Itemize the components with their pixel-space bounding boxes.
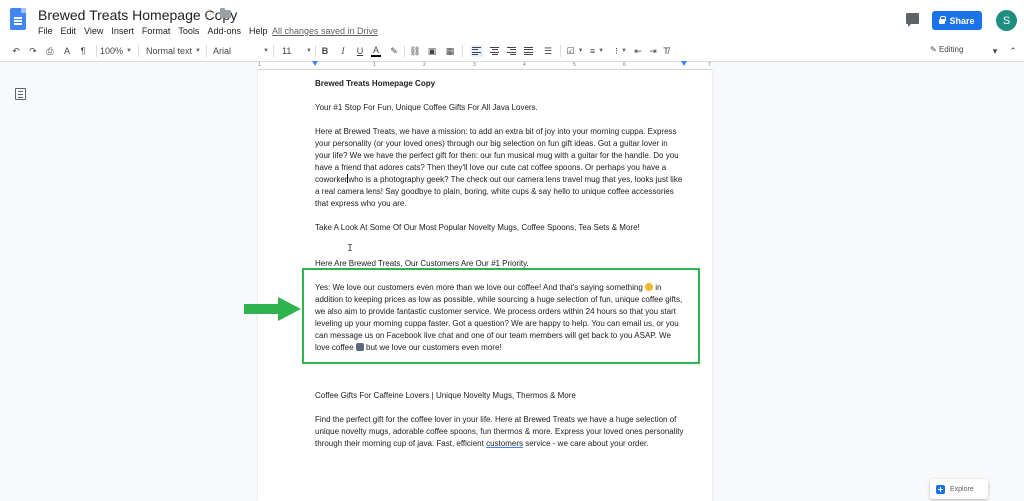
ibeam-cursor-icon: I bbox=[347, 243, 354, 254]
font-size-select[interactable]: 11 ▼ bbox=[282, 45, 312, 57]
find-part-2: service - we care about your order. bbox=[525, 439, 649, 448]
line-spacing-icon[interactable]: ☰ bbox=[542, 45, 554, 57]
doc-find-paragraph: Find the perfect gift for the coffee lov… bbox=[315, 414, 685, 450]
zoom-value: 100% bbox=[100, 46, 124, 56]
align-left-icon[interactable] bbox=[470, 45, 483, 57]
ruler-tick: 4 bbox=[523, 62, 526, 68]
doc-heading: Brewed Treats Homepage Copy bbox=[315, 79, 436, 88]
document-outline-icon[interactable] bbox=[15, 88, 26, 100]
align-right-icon[interactable] bbox=[505, 45, 518, 57]
share-button[interactable]: Share bbox=[932, 11, 982, 30]
checklist-icon[interactable]: ☑ ▼ bbox=[566, 45, 584, 57]
link-icon[interactable]: ⛓ bbox=[409, 45, 420, 57]
highlight-color-icon[interactable]: ✎ bbox=[389, 45, 399, 57]
chevron-down-icon[interactable]: ▾ bbox=[990, 45, 1000, 57]
font-value: Arial bbox=[213, 46, 232, 56]
ruler-tick: 1 bbox=[373, 62, 376, 68]
justify-icon[interactable] bbox=[522, 45, 535, 57]
arrow-right-icon bbox=[244, 297, 301, 321]
star-icon[interactable]: ☆ bbox=[203, 6, 215, 22]
add-comment-icon[interactable]: ▣ bbox=[427, 45, 437, 57]
explore-label: Explore bbox=[950, 485, 974, 493]
insert-image-icon[interactable]: ▦ bbox=[443, 45, 457, 57]
ruler-tick: 1 bbox=[258, 62, 261, 68]
font-size-value: 11 bbox=[282, 46, 292, 56]
right-indent-marker-icon[interactable] bbox=[681, 61, 687, 66]
doc-section-title: Coffee Gifts For Caffeine Lovers | Uniqu… bbox=[315, 391, 576, 400]
ruler-tick: 3 bbox=[473, 62, 476, 68]
folder-icon[interactable] bbox=[220, 8, 231, 18]
lock-icon bbox=[939, 16, 947, 24]
bold-icon[interactable]: B bbox=[320, 45, 330, 57]
spellcheck-icon[interactable]: A bbox=[61, 45, 73, 57]
title-bar: Brewed Treats Homepage Copy ☆ File Edit … bbox=[0, 0, 1024, 40]
left-indent-marker-icon[interactable] bbox=[312, 61, 318, 66]
menu-format[interactable]: Format bbox=[142, 26, 171, 36]
horizontal-ruler[interactable]: 1 1 2 3 4 5 6 7 bbox=[258, 61, 712, 70]
underline-icon[interactable]: U bbox=[355, 45, 365, 57]
menu-bar: File Edit View Insert Format Tools Add-o… bbox=[38, 26, 275, 36]
find-link-word: customers bbox=[486, 439, 523, 448]
doc-popular-line: Take A Look At Some Of Our Most Popular … bbox=[315, 223, 640, 232]
align-center-icon[interactable] bbox=[488, 45, 501, 57]
explore-button[interactable]: Explore bbox=[930, 479, 988, 499]
ruler-tick: 5 bbox=[573, 62, 576, 68]
clear-formatting-icon[interactable]: T̸ bbox=[661, 45, 671, 57]
menu-file[interactable]: File bbox=[38, 26, 53, 36]
paint-format-icon[interactable]: ¶ bbox=[77, 45, 89, 57]
editing-mode-label: Editing bbox=[938, 45, 964, 54]
docs-logo-icon[interactable] bbox=[10, 8, 26, 30]
font-select[interactable]: Arial ▼ bbox=[213, 45, 269, 57]
numbered-list-icon[interactable]: ≡ ▼ bbox=[588, 45, 606, 57]
menu-insert[interactable]: Insert bbox=[111, 26, 134, 36]
comment-history-icon[interactable] bbox=[906, 13, 919, 27]
share-label: Share bbox=[949, 15, 975, 26]
doc-tagline: Your #1 Stop For Fun, Unique Coffee Gift… bbox=[315, 103, 538, 112]
highlight-box bbox=[302, 268, 700, 364]
doc-intro-paragraph: Here at Brewed Treats, we have a mission… bbox=[315, 126, 685, 210]
bulleted-list-icon[interactable]: ⁝ ▼ bbox=[612, 45, 630, 57]
intro-part-2: who is a photography geek? The check out… bbox=[315, 175, 683, 208]
text-color-icon[interactable]: A bbox=[371, 45, 381, 57]
style-select[interactable]: Normal text ▼ bbox=[146, 45, 204, 57]
italic-icon[interactable]: I bbox=[338, 45, 348, 57]
menu-edit[interactable]: Edit bbox=[61, 26, 77, 36]
explore-icon bbox=[936, 484, 945, 494]
ruler-tick: 6 bbox=[623, 62, 626, 68]
decrease-indent-icon[interactable]: ⇤ bbox=[633, 45, 643, 57]
redo-icon[interactable]: ↷ bbox=[27, 45, 39, 57]
ruler-tick: 2 bbox=[423, 62, 426, 68]
menu-addons[interactable]: Add-ons bbox=[207, 26, 241, 36]
menu-tools[interactable]: Tools bbox=[178, 26, 199, 36]
collapse-toolbar-icon[interactable]: ⌃ bbox=[1008, 45, 1018, 57]
zoom-select[interactable]: 100% ▼ bbox=[100, 45, 136, 57]
save-status[interactable]: All changes saved in Drive bbox=[272, 26, 378, 36]
ruler-tick: 7 bbox=[708, 62, 711, 68]
editing-mode-select[interactable]: ✎ Editing bbox=[930, 45, 963, 54]
menu-help[interactable]: Help bbox=[249, 26, 268, 36]
undo-icon[interactable]: ↶ bbox=[10, 45, 22, 57]
formatting-toolbar: ↶ ↷ ⎙ A ¶ 100% ▼ Normal text ▼ Arial ▼ 11 ▼ … bbox=[0, 40, 1024, 62]
avatar[interactable]: S bbox=[996, 10, 1017, 31]
print-icon[interactable]: ⎙ bbox=[44, 45, 56, 57]
increase-indent-icon[interactable]: ⇥ bbox=[648, 45, 658, 57]
style-value: Normal text bbox=[146, 46, 193, 56]
menu-view[interactable]: View bbox=[84, 26, 103, 36]
